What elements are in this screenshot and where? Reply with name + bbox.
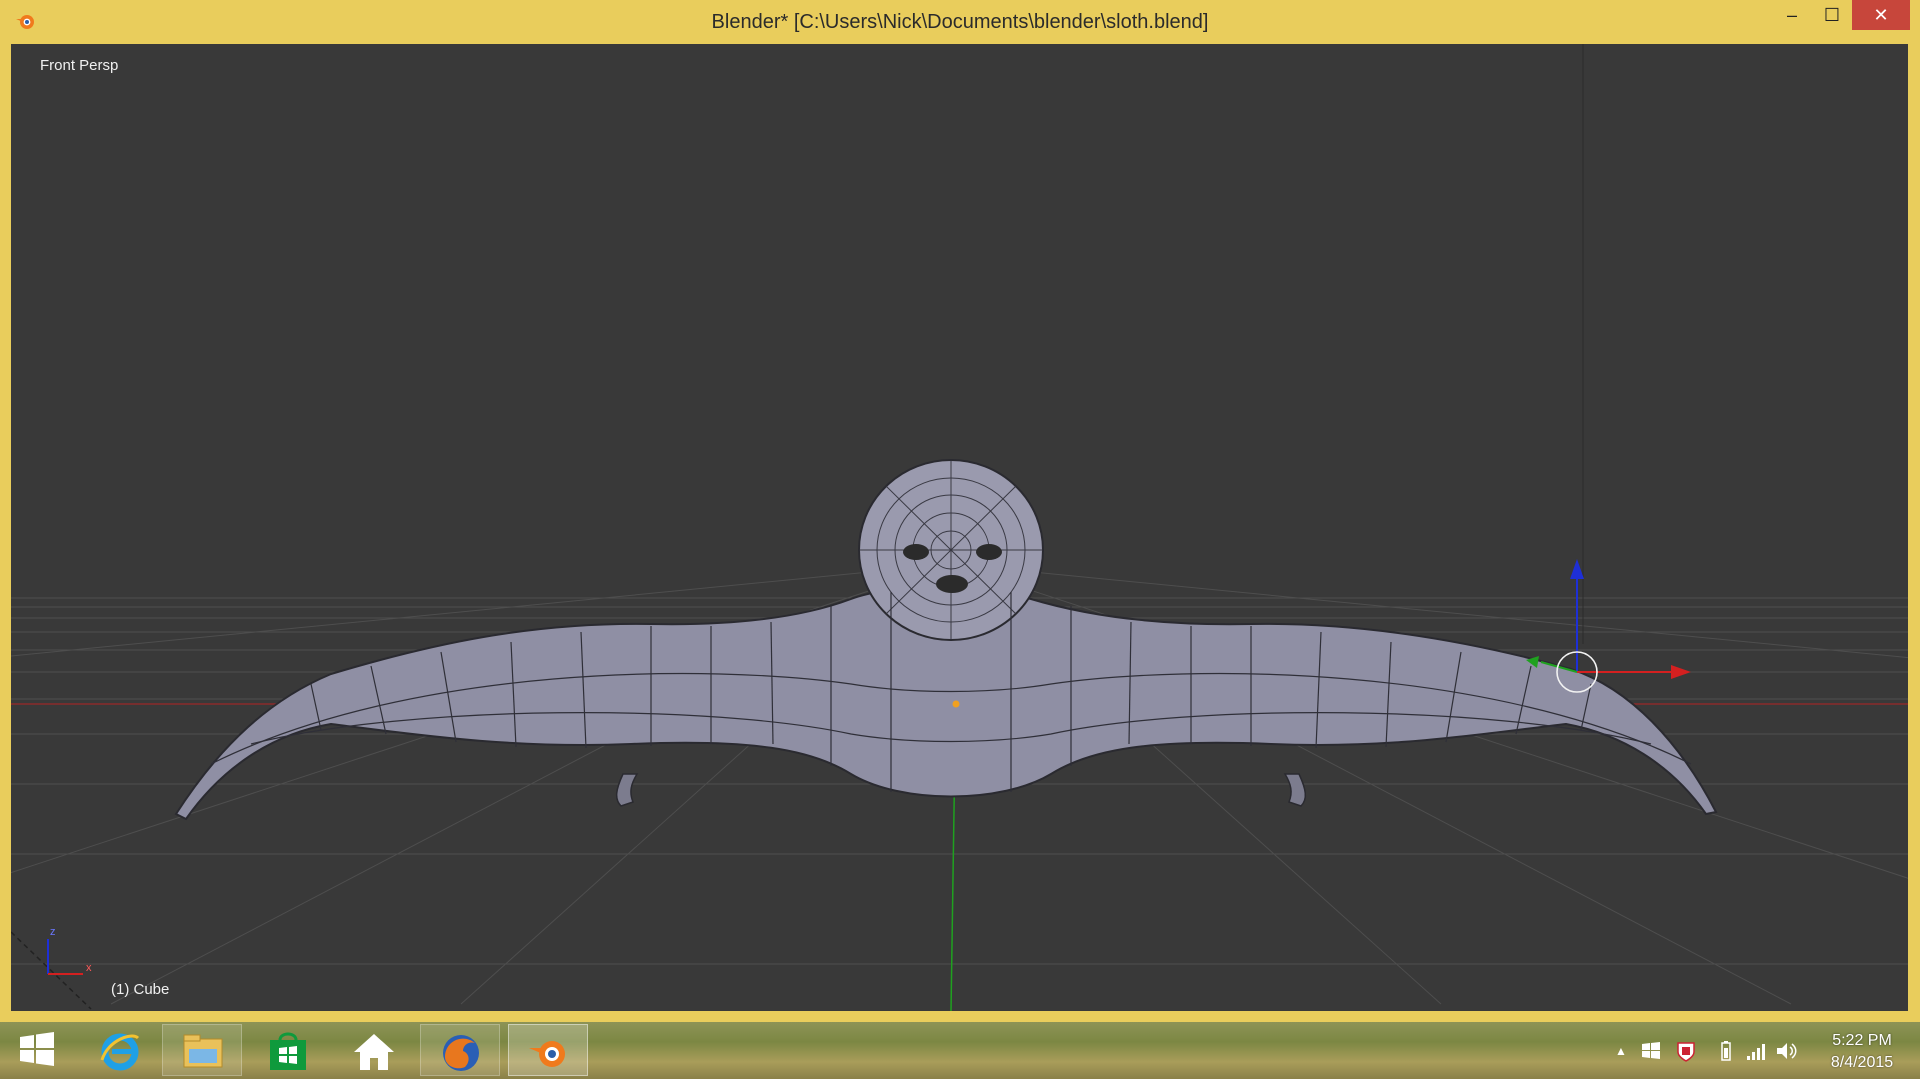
- clock-date: 8/4/2015: [1830, 1054, 1894, 1071]
- battery-icon[interactable]: [1715, 1040, 1737, 1062]
- close-button[interactable]: ✕: [1852, 0, 1910, 30]
- action-center-icon[interactable]: [1640, 1040, 1662, 1062]
- gizmo-x-label: x: [86, 962, 92, 974]
- windows-start-icon: [20, 1032, 54, 1066]
- seal-mesh[interactable]: [174, 459, 1718, 821]
- 3d-viewport[interactable]: Front Persp (1) Cube z x: [11, 44, 1908, 1011]
- minimize-button[interactable]: ‒: [1772, 0, 1812, 30]
- blender-icon: [529, 1041, 565, 1067]
- start-button[interactable]: [0, 1024, 70, 1076]
- taskbar-file-explorer[interactable]: [162, 1024, 242, 1076]
- taskbar: ▲: [0, 1022, 1920, 1079]
- taskbar-home[interactable]: [334, 1024, 414, 1076]
- window-title: Blender* [C:\Users\Nick\Documents\blende…: [711, 11, 1209, 33]
- windows-store-icon: [270, 1032, 306, 1070]
- maximize-button[interactable]: ☐: [1812, 0, 1852, 30]
- clock-time: 5:22 PM: [1832, 1032, 1892, 1049]
- viewport-scene: [11, 44, 1908, 1011]
- network-signal-icon[interactable]: [1745, 1040, 1767, 1062]
- home-icon: [354, 1034, 394, 1070]
- security-shield-icon[interactable]: [1675, 1040, 1697, 1062]
- volume-icon[interactable]: [1775, 1040, 1797, 1062]
- view-mode-label: Front Persp: [40, 57, 119, 74]
- file-explorer-icon: [183, 1034, 223, 1068]
- taskbar-store[interactable]: [248, 1024, 328, 1076]
- axis-orientation-widget: [11, 931, 92, 1010]
- gizmo-z-label: z: [50, 926, 56, 938]
- taskbar-blender[interactable]: [508, 1024, 588, 1076]
- active-object-label: (1) Cube: [111, 981, 170, 998]
- taskbar-internet-explorer[interactable]: [80, 1024, 160, 1076]
- taskbar-firefox[interactable]: [420, 1024, 500, 1076]
- firefox-icon: [443, 1035, 479, 1071]
- system-clock[interactable]: 5:22 PM 8/4/2015: [1812, 1030, 1912, 1074]
- title-bar[interactable]: Blender* [C:\Users\Nick\Documents\blende…: [0, 0, 1920, 44]
- show-hidden-icons-button[interactable]: ▲: [1610, 1040, 1632, 1062]
- internet-explorer-icon: [100, 1033, 140, 1071]
- blender-window: Blender* [C:\Users\Nick\Documents\blende…: [0, 0, 1920, 1022]
